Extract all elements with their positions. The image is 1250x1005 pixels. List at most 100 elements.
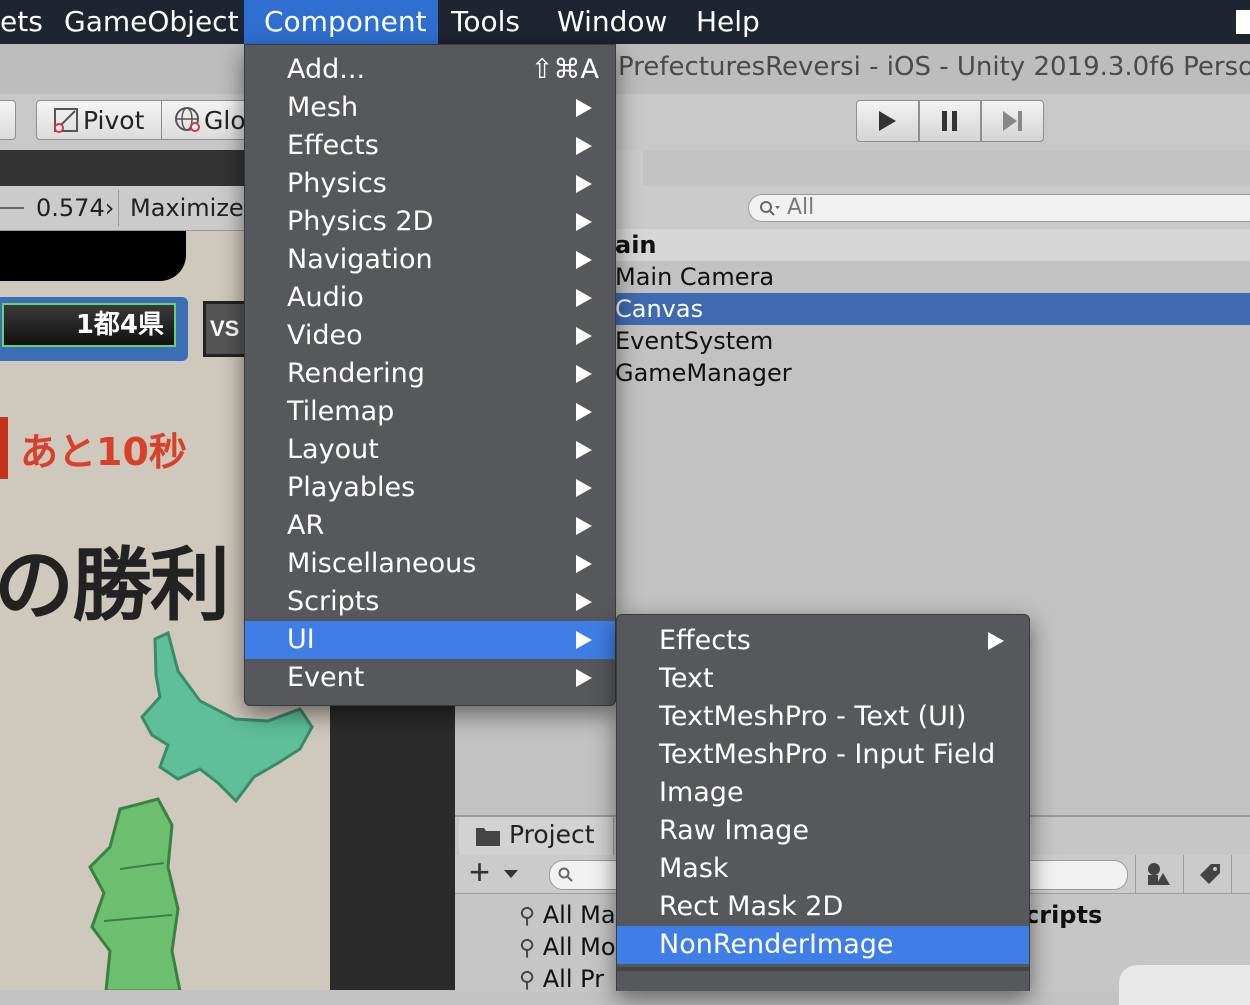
pivot-icon	[53, 107, 79, 133]
menu-item-rendering[interactable]: Rendering	[245, 355, 615, 393]
victory-text: の勝利	[0, 539, 230, 632]
menu-item-label: Layout	[287, 434, 379, 465]
search-icon: ⚲	[519, 904, 536, 929]
submenu-item-effects[interactable]: Effects	[617, 622, 1029, 660]
menu-item-label: Add...	[287, 54, 366, 85]
hierarchy-tab[interactable]	[615, 150, 643, 186]
scale-slider-track[interactable]	[0, 207, 24, 209]
pause-button[interactable]	[918, 100, 982, 142]
submenu-item-rect-mask-2d[interactable]: Rect Mask 2D	[617, 888, 1029, 926]
add-button[interactable]: +	[469, 851, 490, 893]
menu-item-label: Miscellaneous	[287, 548, 477, 579]
menu-item-label: Image	[659, 777, 744, 808]
submenu-arrow-icon	[575, 393, 593, 431]
menu-item-physics-2d[interactable]: Physics 2D	[245, 203, 615, 241]
submenu-arrow-icon	[575, 241, 593, 279]
menu-item-scripts[interactable]: Scripts	[245, 583, 615, 621]
submenu-item-raw-image[interactable]: Raw Image	[617, 812, 1029, 850]
submenu-arrow-icon	[575, 583, 593, 621]
menu-assets[interactable]: ets	[0, 0, 57, 44]
menu-component[interactable]: Component	[244, 0, 438, 44]
menu-item-ui[interactable]: UI	[245, 621, 615, 659]
menu-item-label: Event	[287, 662, 365, 693]
submenu-arrow-icon	[575, 621, 593, 659]
project-search-input[interactable]	[549, 860, 621, 890]
filter-all-materials[interactable]: ⚲ All Ma	[519, 901, 616, 929]
transform-tools[interactable]	[0, 100, 16, 140]
divider	[1183, 855, 1184, 893]
playback-controls	[856, 100, 1045, 142]
menu-item-physics[interactable]: Physics	[245, 165, 615, 203]
pivot-label: Pivot	[83, 105, 145, 135]
component-menu: Add... ⇧⌘A Mesh Effects Physics Physics 2D N…	[244, 44, 616, 706]
filter-by-type-icon[interactable]	[1145, 861, 1171, 887]
maximize-toggle[interactable]: Maximize	[130, 194, 244, 222]
menu-item-add[interactable]: Add... ⇧⌘A	[245, 51, 615, 89]
menu-item-label: Rect Mask 2D	[659, 891, 844, 922]
menu-item-label: Scripts	[287, 586, 380, 617]
filter-label: All Mo	[542, 933, 616, 961]
ui-submenu: Effects Text TextMeshPro - Text (UI) TextMe…	[616, 614, 1030, 991]
menu-item-label: Raw Image	[659, 815, 809, 846]
score-panel: 1都4県	[0, 297, 188, 361]
menu-tools[interactable]: Tools	[437, 0, 534, 44]
submenu-item-nonrenderimage[interactable]: NonRenderImage	[617, 926, 1029, 964]
menu-item-video[interactable]: Video	[245, 317, 615, 355]
menu-item-ar[interactable]: AR	[245, 507, 615, 545]
submenu-item-textmeshpro-input-field[interactable]: TextMeshPro - Input Field	[617, 736, 1029, 774]
play-button[interactable]	[856, 100, 919, 142]
submenu-item-mask[interactable]: Mask	[617, 850, 1029, 888]
menu-item-label: Effects	[287, 130, 379, 161]
submenu-item-image[interactable]: Image	[617, 774, 1029, 812]
pause-icon	[942, 111, 957, 131]
toolbar: Pivot Glo	[0, 94, 1250, 151]
menu-item-label: TextMeshPro - Text (UI)	[659, 701, 967, 732]
menu-item-label: Navigation	[287, 244, 433, 275]
globe-icon	[174, 106, 202, 134]
submenu-arrow-icon	[987, 622, 1005, 660]
status-icon	[1236, 10, 1250, 34]
submenu-arrow-icon	[575, 203, 593, 241]
menu-gameobject[interactable]: GameObject	[50, 0, 253, 44]
submenu-arrow-icon	[575, 545, 593, 583]
timer-marker	[0, 417, 8, 479]
menu-item-label: Mesh	[287, 92, 359, 123]
filter-all-prefabs[interactable]: ⚲ All Pr	[519, 965, 604, 993]
menu-window[interactable]: Window	[543, 0, 681, 44]
menu-item-event[interactable]: Event	[245, 659, 615, 697]
menu-item-label: UI	[287, 624, 315, 655]
project-search-input-end[interactable]	[1025, 860, 1128, 890]
hierarchy-search-input[interactable]: All	[748, 194, 1250, 222]
menu-item-navigation[interactable]: Navigation	[245, 241, 615, 279]
label-tag-icon[interactable]	[1197, 861, 1223, 887]
filter-label: All Ma	[542, 901, 616, 929]
menu-help[interactable]: Help	[682, 0, 774, 44]
menu-item-label: Playables	[287, 472, 416, 503]
submenu-arrow-icon	[575, 127, 593, 165]
filter-all-models[interactable]: ⚲ All Mo	[519, 933, 616, 961]
menu-item-playables[interactable]: Playables	[245, 469, 615, 507]
step-button[interactable]	[981, 100, 1045, 142]
menu-item-mesh[interactable]: Mesh	[245, 89, 615, 127]
menu-item-label: NonRenderImage	[659, 929, 894, 960]
menu-item-label: AR	[287, 510, 325, 541]
menu-separator	[617, 967, 1029, 971]
pivot-button[interactable]: Pivot	[36, 100, 162, 140]
submenu-arrow-icon	[575, 279, 593, 317]
menu-item-label: Physics	[287, 168, 387, 199]
menu-item-miscellaneous[interactable]: Miscellaneous	[245, 545, 615, 583]
submenu-item-text[interactable]: Text	[617, 660, 1029, 698]
submenu-item-textmeshpro-text-ui-[interactable]: TextMeshPro - Text (UI)	[617, 698, 1029, 736]
scripts-folder-header[interactable]: cripts	[1025, 901, 1102, 929]
submenu-arrow-icon	[575, 659, 593, 697]
project-tab[interactable]: Project	[459, 817, 614, 855]
menu-item-label: Mask	[659, 853, 729, 884]
submenu-arrow-icon	[575, 89, 593, 127]
menu-item-effects[interactable]: Effects	[245, 127, 615, 165]
asset-preview	[1119, 965, 1250, 1005]
menu-item-label: Effects	[659, 625, 751, 656]
menu-item-audio[interactable]: Audio	[245, 279, 615, 317]
menu-item-tilemap[interactable]: Tilemap	[245, 393, 615, 431]
menu-item-layout[interactable]: Layout	[245, 431, 615, 469]
prefecture-count: 1都4県	[2, 303, 176, 347]
